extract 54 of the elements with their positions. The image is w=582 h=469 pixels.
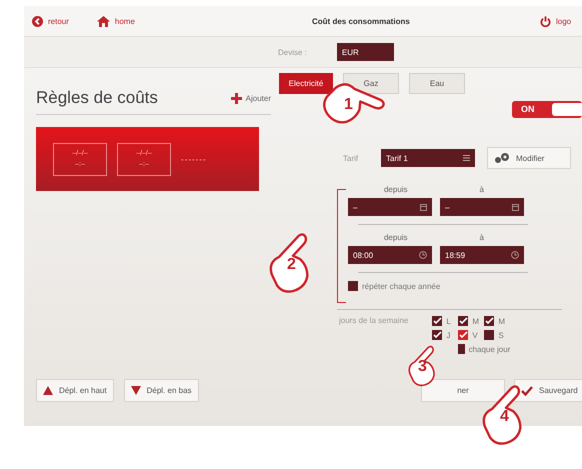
menu-icon [463, 155, 470, 161]
cancel-button[interactable]: ner [421, 379, 505, 402]
home-link[interactable]: home [96, 16, 135, 26]
calendar-icon [420, 204, 427, 210]
up-triangle-icon [43, 386, 53, 395]
page-title: Coût des consommations [312, 16, 410, 26]
move-down-button[interactable]: Dépl. en bas [124, 379, 199, 402]
day-checkbox[interactable]: L [432, 316, 458, 326]
repeat-checkbox[interactable]: répéter chaque année [348, 281, 528, 291]
move-up-button[interactable]: Dépl. en haut [36, 379, 114, 402]
energy-tab[interactable]: Electricité [279, 73, 333, 94]
day-checkbox[interactable]: V [458, 330, 484, 340]
day-checkbox[interactable]: J [432, 330, 458, 340]
date-field[interactable]: – [440, 198, 524, 216]
to-label: à [480, 185, 484, 194]
calendar-icon [512, 204, 519, 210]
currency-label: Devise : [278, 48, 307, 56]
tariff-label: Tarif [343, 154, 360, 162]
energy-tab[interactable]: Eau [409, 73, 465, 94]
day-checkbox[interactable]: chaque jour [458, 344, 510, 354]
checkmark-icon [484, 317, 494, 325]
callout-number: 2 [287, 256, 296, 274]
day-checkbox[interactable]: M [484, 316, 510, 326]
to-label: à [480, 233, 484, 242]
rule-name: ------- [181, 154, 207, 164]
power-icon [540, 16, 551, 26]
weekdays-label: jours de la semaine [339, 316, 408, 327]
back-icon [32, 16, 43, 26]
back-link[interactable]: retour [32, 16, 69, 26]
panel-title: Règles de coûts [36, 88, 158, 108]
checkmark-icon [521, 386, 533, 396]
currency-field[interactable]: EUR [336, 43, 394, 61]
gears-icon [494, 152, 510, 164]
plus-icon [230, 92, 242, 104]
on-off-toggle[interactable]: ON [512, 101, 582, 118]
clock-icon [511, 251, 519, 259]
clock-icon [419, 251, 427, 259]
callout-number: 1 [344, 96, 353, 114]
callout-number: 4 [500, 408, 509, 426]
from-label: depuis [384, 185, 408, 194]
day-checkbox[interactable]: S [484, 330, 510, 340]
down-triangle-icon [130, 386, 141, 395]
modify-button[interactable]: Modifier [487, 147, 571, 169]
day-checkbox[interactable]: M [458, 316, 484, 326]
home-icon [96, 16, 110, 26]
save-button[interactable]: Sauvegard [514, 379, 582, 402]
from-label: depuis [384, 233, 408, 242]
logout-link[interactable]: logo [540, 16, 572, 26]
date-field[interactable]: – [348, 198, 432, 216]
callout-number: 3 [418, 358, 427, 376]
tariff-select[interactable]: Tarif 1 [381, 149, 475, 167]
add-button[interactable]: Ajouter [230, 92, 271, 104]
time-field[interactable]: 18:59 [440, 246, 524, 264]
time-field[interactable]: 08:00 [348, 246, 432, 264]
